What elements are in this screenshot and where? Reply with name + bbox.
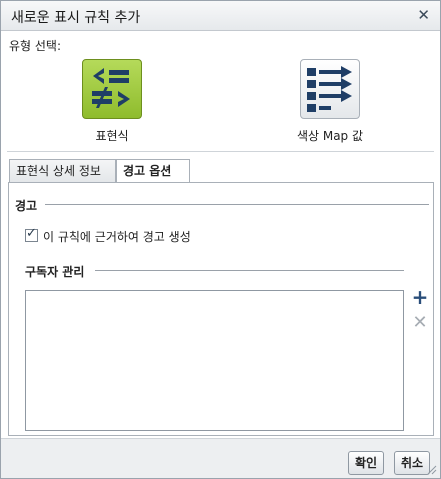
remove-subscriber-button[interactable]: ✕ <box>411 314 429 332</box>
ok-button[interactable]: 확인 <box>348 451 385 475</box>
generate-alert-label: 이 규칙에 근거하여 경고 생성 <box>43 230 191 244</box>
resize-grip-icon[interactable] <box>427 465 437 475</box>
checkmark-icon: ✓ <box>26 226 37 241</box>
expression-type-button[interactable] <box>82 59 142 119</box>
generate-alert-checkbox[interactable]: ✓ <box>25 226 38 242</box>
add-display-rule-dialog: 새로운 표시 규칙 추가 ✕ 유형 선택: 표현식 색상 Map 값 표현식 상… <box>0 0 441 479</box>
add-subscriber-button[interactable]: + <box>411 287 429 307</box>
expression-icon <box>92 68 130 108</box>
section-divider <box>45 204 429 205</box>
color-map-icon <box>307 66 352 112</box>
subscribers-list[interactable] <box>25 290 404 431</box>
tab-alert-options[interactable]: 경고 옵션 <box>116 159 190 184</box>
type-select-label: 유형 선택: <box>9 39 62 53</box>
separator <box>7 151 434 152</box>
tab-expression-details[interactable]: 표현식 상세 정보 <box>9 159 116 183</box>
close-icon[interactable]: ✕ <box>417 5 430 25</box>
subscribers-section-title: 구독자 관리 <box>25 265 85 279</box>
expression-type-label: 표현식 <box>95 129 129 143</box>
alert-options-panel: 경고 ✓ 이 규칙에 근거하여 경고 생성 구독자 관리 + ✕ <box>8 182 434 436</box>
alert-section-title: 경고 <box>15 199 38 213</box>
title-bar[interactable]: 새로운 표시 규칙 추가 ✕ <box>1 1 440 31</box>
color-map-type-label: 색상 Map 값 <box>296 129 364 143</box>
section-divider <box>95 270 404 271</box>
dialog-title: 새로운 표시 규칙 추가 <box>11 10 141 26</box>
dialog-footer: 확인 취소 <box>1 438 440 478</box>
cancel-button[interactable]: 취소 <box>394 451 431 475</box>
color-map-type-button[interactable] <box>300 59 360 119</box>
